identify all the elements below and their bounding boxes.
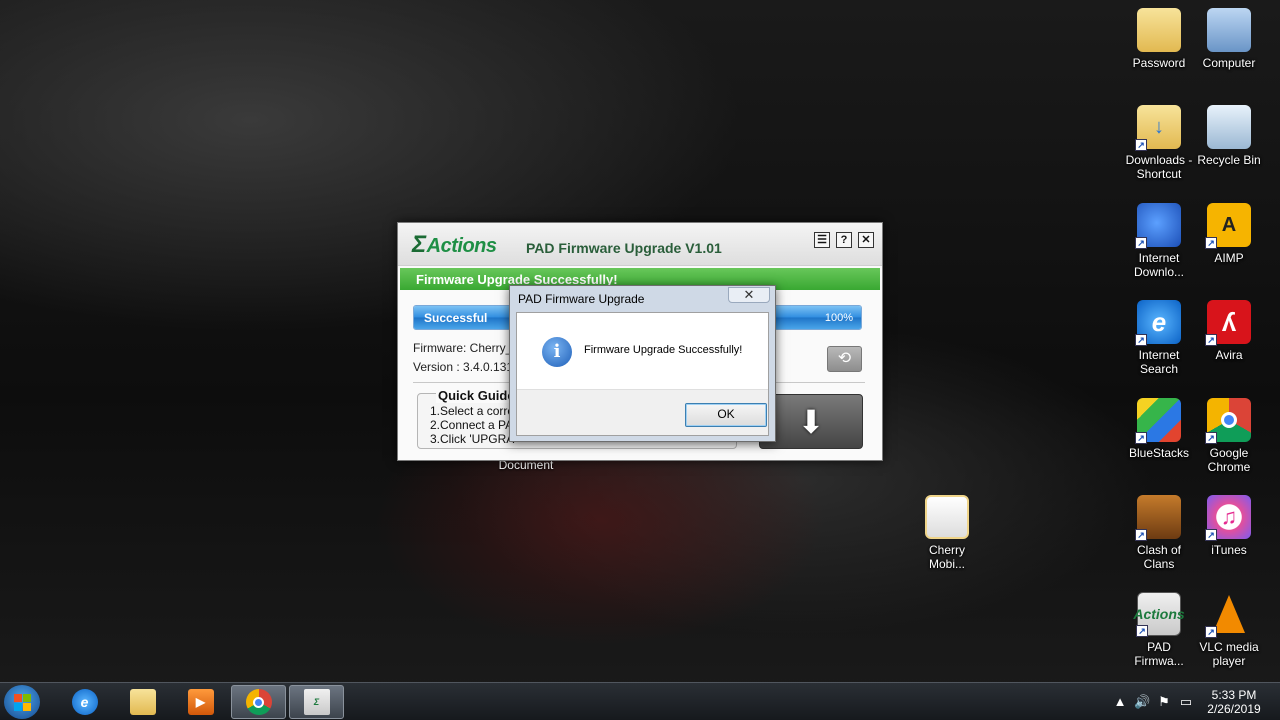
ie-icon: e: [71, 689, 98, 715]
chrome-icon: ↗: [1205, 398, 1251, 444]
volume-icon[interactable]: 🔊: [1134, 694, 1150, 710]
shortcut-arrow-icon: ↗: [1135, 432, 1147, 444]
pad-firmware-icon: Actions ↗: [1133, 592, 1185, 637]
desktop-icon-label: Password: [1132, 56, 1186, 70]
computer-icon: [1207, 8, 1251, 52]
clock-date: 2/26/2019: [1207, 702, 1261, 716]
desktop-icon-pad-firmware[interactable]: Actions ↗ PAD Firmwa...: [1123, 592, 1195, 668]
shortcut-arrow-icon: ↗: [1205, 432, 1217, 444]
taskbar-media-player[interactable]: ▶: [173, 685, 228, 719]
desktop-icon-vlc[interactable]: ↗ VLC media player: [1193, 592, 1265, 668]
desktop-icon-itunes[interactable]: ♫ ↗ iTunes: [1193, 495, 1265, 557]
clash-of-clans-icon: ↗: [1135, 495, 1181, 541]
firmware-text: Firmware: Cherry_: [413, 341, 513, 355]
desktop-icon-recycle-bin[interactable]: Recycle Bin: [1193, 105, 1265, 167]
ok-button[interactable]: OK: [685, 403, 767, 427]
pad-firmware-icon: Σ: [303, 689, 330, 715]
aimp-icon: A ↗: [1205, 203, 1251, 249]
dialog-title: PAD Firmware Upgrade: [518, 292, 645, 306]
progress-percent: 100%: [824, 312, 853, 324]
actions-logo-icon: Σ: [412, 231, 426, 258]
window-title: PAD Firmware Upgrade V1.01: [526, 240, 722, 256]
quick-guide-title: Quick Guide: [436, 388, 517, 403]
message-dialog: PAD Firmware Upgrade ✕ i Firmware Upgrad…: [509, 285, 776, 442]
desktop-icon-downloads-shortcut[interactable]: ↓ ↗ Downloads - Shortcut: [1123, 105, 1195, 181]
folder-icon: [925, 495, 969, 539]
desktop-icon-label: Downloads - Shortcut: [1125, 153, 1193, 181]
desktop-icon-computer[interactable]: Computer: [1193, 8, 1265, 70]
download-arrow-icon: ⬇: [797, 403, 825, 440]
desktop-icon-label: Internet Downlo...: [1133, 251, 1185, 279]
file-explorer-icon: [129, 689, 156, 715]
media-player-icon: ▶: [187, 689, 214, 715]
shortcut-arrow-icon: ↗: [1135, 139, 1147, 151]
chrome-icon: [245, 689, 272, 715]
action-center-flag-icon[interactable]: ⚑: [1156, 694, 1172, 710]
desktop-icon-label: BlueStacks: [1128, 446, 1190, 460]
dialog-close-button[interactable]: ✕: [728, 287, 770, 303]
desktop-icon-label: Computer: [1202, 56, 1256, 70]
progress-label: Successful: [424, 311, 488, 325]
desktop-icon-label: Clash of Clans: [1136, 543, 1182, 571]
desktop-icon-label: Avira: [1215, 348, 1243, 362]
system-tray: ▲ 🔊 ⚑ ▭: [1112, 694, 1194, 710]
desktop-icon-label: Internet Search: [1138, 348, 1180, 376]
desktop-icon-password[interactable]: Password: [1123, 8, 1195, 70]
vlc-icon: ↗: [1205, 592, 1251, 638]
desktop-icon-label: Google Chrome: [1207, 446, 1251, 474]
idm-icon: ↗: [1135, 203, 1181, 249]
shortcut-arrow-icon: ↗: [1135, 237, 1147, 249]
ie-icon: e ↗: [1135, 300, 1181, 346]
desktop-icon-aimp[interactable]: A ↗ AIMP: [1193, 203, 1265, 265]
folder-shortcut-icon: ↓ ↗: [1135, 105, 1181, 151]
start-button[interactable]: [4, 685, 40, 719]
refresh-icon: ⟲: [837, 350, 852, 367]
taskbar-file-explorer[interactable]: [115, 685, 170, 719]
version-text: Version : 3.4.0.131: [413, 360, 514, 374]
show-hidden-icons-icon[interactable]: ▲: [1112, 694, 1128, 710]
clock-time: 5:33 PM: [1211, 688, 1257, 702]
desktop-icon-cherry-mobile[interactable]: Cherry Mobi...: [911, 495, 983, 571]
windows-logo-icon: [13, 693, 31, 711]
desktop-icon-label: Recycle Bin: [1197, 153, 1261, 167]
desktop-icon-label: VLC media player: [1199, 640, 1259, 668]
menu-button[interactable]: ☰: [814, 232, 830, 248]
refresh-button[interactable]: ⟲: [827, 346, 862, 372]
close-button[interactable]: ✕: [858, 232, 874, 248]
shortcut-arrow-icon: ↗: [1205, 529, 1217, 541]
dialog-message: Firmware Upgrade Successfully!: [584, 344, 743, 356]
info-icon: i: [542, 337, 572, 367]
network-icon[interactable]: ▭: [1178, 694, 1194, 710]
desktop-icon-label: iTunes: [1211, 543, 1247, 557]
taskbar-clock[interactable]: 5:33 PM 2/26/2019: [1200, 688, 1268, 716]
avira-icon: ʎ ↗: [1205, 300, 1251, 346]
shortcut-arrow-icon: ↗: [1136, 625, 1148, 637]
taskbar-chrome[interactable]: [231, 685, 286, 719]
desktop-icon-avira[interactable]: ʎ ↗ Avira: [1193, 300, 1265, 362]
desktop-icon-label: PAD Firmwa...: [1134, 640, 1184, 668]
dialog-body: i Firmware Upgrade Successfully! OK: [516, 312, 769, 436]
folder-icon: [1137, 8, 1181, 52]
desktop-icon-internet-download-manager[interactable]: ↗ Internet Downlo...: [1123, 203, 1195, 279]
desktop-icon-google-chrome[interactable]: ↗ Google Chrome: [1193, 398, 1265, 474]
actions-logo: ΣActions: [412, 231, 497, 258]
shortcut-arrow-icon: ↗: [1135, 529, 1147, 541]
help-button[interactable]: ?: [836, 232, 852, 248]
recycle-bin-icon: [1207, 105, 1251, 149]
desktop-icon-internet-search[interactable]: e ↗ Internet Search: [1123, 300, 1195, 376]
shortcut-arrow-icon: ↗: [1205, 237, 1217, 249]
bluestacks-icon: ↗: [1135, 398, 1181, 444]
desktop-icon-label: AIMP: [1214, 251, 1244, 265]
itunes-icon: ♫ ↗: [1205, 495, 1251, 541]
window-titlebar[interactable]: ΣActions PAD Firmware Upgrade V1.01 ☰ ? …: [398, 223, 882, 266]
taskbar-internet-explorer[interactable]: e: [57, 685, 112, 719]
taskbar-pad-firmware[interactable]: Σ: [289, 685, 344, 719]
shortcut-arrow-icon: ↗: [1205, 626, 1217, 638]
shortcut-arrow-icon: ↗: [1135, 334, 1147, 346]
shortcut-arrow-icon: ↗: [1205, 334, 1217, 346]
taskbar: e ▶ Σ ▲ 🔊 ⚑ ▭ 5:33 PM 2/26/2019: [0, 682, 1280, 720]
desktop-icon-bluestacks[interactable]: ↗ BlueStacks: [1123, 398, 1195, 460]
desktop-icon-clash-of-clans[interactable]: ↗ Clash of Clans: [1123, 495, 1195, 571]
desktop-icon-label: Cherry Mobi...: [928, 543, 965, 571]
